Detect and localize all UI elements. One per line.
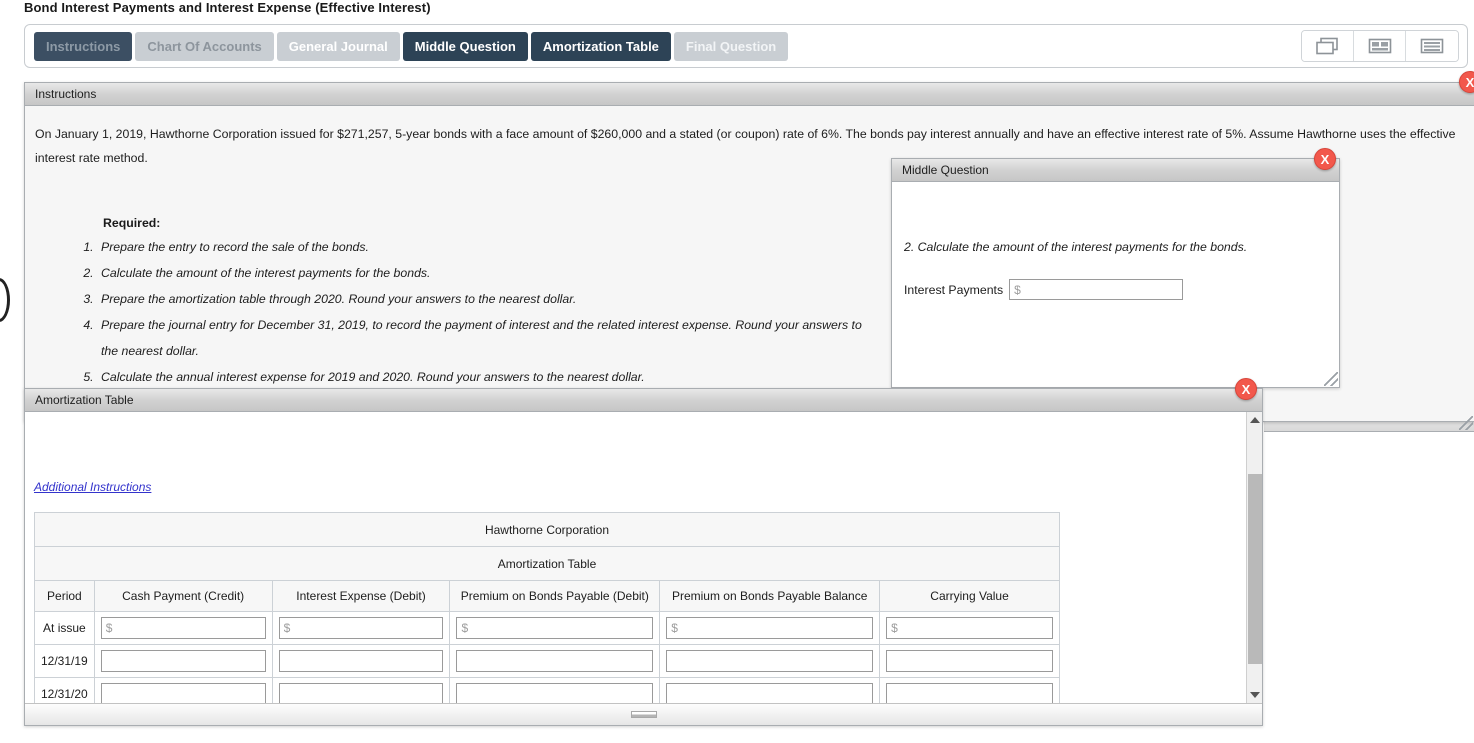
amortization-table: Hawthorne Corporation Amortization Table P… bbox=[34, 512, 1060, 703]
amortization-cell-input[interactable] bbox=[278, 617, 444, 639]
period-cell: At issue bbox=[34, 611, 95, 645]
middle-question-panel-header[interactable]: Middle Question bbox=[892, 159, 1339, 182]
scrollbar-thumb[interactable] bbox=[1248, 474, 1262, 664]
tab-instructions[interactable]: Instructions bbox=[34, 32, 133, 61]
column-header: Premium on Bonds Payable (Debit) bbox=[449, 580, 661, 612]
table-company-row: Hawthorne Corporation bbox=[34, 512, 1060, 547]
layout-toggle-group bbox=[1301, 30, 1459, 62]
tab-chart-of-accounts[interactable]: Chart Of Accounts bbox=[135, 32, 274, 61]
period-cell: 12/31/20 bbox=[34, 677, 95, 703]
input-cell bbox=[879, 611, 1060, 645]
tab-amortization-table[interactable]: Amortization Table bbox=[530, 32, 671, 61]
middle-question-panel-body: 2. Calculate the amount of the interest … bbox=[892, 182, 1339, 387]
requirement-item: Calculate the amount of the interest pay… bbox=[97, 260, 871, 286]
additional-instructions-link[interactable]: Additional Instructions bbox=[34, 480, 151, 494]
requirements-list: Prepare the entry to record the sale of … bbox=[71, 234, 871, 390]
amortization-cell-input[interactable] bbox=[278, 683, 444, 703]
tab-bar: Instructions Chart Of Accounts General Jou… bbox=[24, 24, 1468, 68]
middle-question-close-button[interactable]: X bbox=[1314, 148, 1336, 170]
resize-handle-icon[interactable] bbox=[630, 711, 657, 718]
resize-grip-background[interactable] bbox=[1459, 416, 1473, 430]
amortization-cell-input[interactable] bbox=[886, 617, 1053, 639]
amortization-cell-input[interactable] bbox=[886, 650, 1053, 672]
amortization-cell-input[interactable] bbox=[886, 683, 1053, 703]
table-row: 12/31/19 bbox=[34, 644, 1060, 678]
instructions-panel-header[interactable]: Instructions bbox=[25, 83, 1474, 106]
input-cell bbox=[93, 644, 273, 678]
input-cell bbox=[93, 611, 273, 645]
cascade-windows-icon[interactable] bbox=[1302, 31, 1354, 61]
input-cell bbox=[271, 611, 451, 645]
interest-payments-input[interactable] bbox=[1009, 279, 1184, 300]
table-row: At issue bbox=[34, 611, 1060, 645]
tab-middle-question[interactable]: Middle Question bbox=[402, 32, 528, 61]
amortization-scroll-area: Additional Instructions Hawthorne Corpor… bbox=[25, 412, 1246, 703]
table-caption-row: Amortization Table bbox=[34, 546, 1060, 581]
table-caption: Amortization Table bbox=[34, 546, 1060, 581]
amortization-cell-input[interactable] bbox=[666, 650, 874, 672]
column-header: Interest Expense (Debit) bbox=[271, 580, 451, 612]
amortization-cell-input[interactable] bbox=[278, 650, 444, 672]
instructions-panel-title: Instructions bbox=[35, 87, 97, 101]
amortization-cell-input[interactable] bbox=[456, 617, 654, 639]
resize-grip-middle-question[interactable] bbox=[1324, 372, 1338, 386]
amortization-resize-footer[interactable] bbox=[25, 703, 1262, 725]
column-header: Cash Payment (Credit) bbox=[93, 580, 273, 612]
requirement-item: Prepare the amortization table through 2… bbox=[97, 286, 871, 312]
requirement-item: Calculate the annual interest expense fo… bbox=[97, 364, 871, 390]
interest-payments-row: Interest Payments bbox=[904, 279, 1184, 300]
requirement-item: Prepare the journal entry for December 3… bbox=[97, 312, 871, 364]
amortization-cell-input[interactable] bbox=[100, 617, 266, 639]
required-label: Required: bbox=[103, 216, 161, 230]
tab-list: Instructions Chart Of Accounts General Jou… bbox=[34, 32, 789, 61]
amortization-panel-body: Additional Instructions Hawthorne Corpor… bbox=[25, 412, 1262, 725]
table-company-name: Hawthorne Corporation bbox=[34, 512, 1060, 547]
scroll-up-arrow-icon[interactable] bbox=[1247, 412, 1262, 428]
scroll-down-arrow-icon[interactable] bbox=[1247, 687, 1262, 703]
input-cell bbox=[271, 644, 451, 678]
instructions-close-button[interactable]: X bbox=[1459, 71, 1474, 93]
split-view-icon[interactable] bbox=[1354, 31, 1406, 61]
table-row: 12/31/20 bbox=[34, 677, 1060, 703]
input-cell bbox=[659, 644, 881, 678]
input-cell bbox=[271, 677, 451, 703]
amortization-cell-input[interactable] bbox=[456, 683, 654, 703]
amortization-vertical-scrollbar[interactable] bbox=[1246, 412, 1262, 703]
app-root: Bond Interest Payments and Interest Expe… bbox=[0, 0, 1474, 743]
input-cell bbox=[659, 611, 881, 645]
input-cell bbox=[879, 677, 1060, 703]
amortization-close-button[interactable]: X bbox=[1235, 378, 1257, 400]
input-cell bbox=[93, 677, 273, 703]
amortization-table-panel: Amortization Table X Additional Instruct… bbox=[24, 378, 1263, 726]
amortization-panel-header[interactable]: Amortization Table bbox=[25, 389, 1262, 412]
interest-payments-label: Interest Payments bbox=[904, 282, 1004, 297]
input-cell bbox=[449, 677, 661, 703]
amortization-panel-title: Amortization Table bbox=[35, 393, 134, 407]
column-header: Period bbox=[34, 580, 95, 612]
page-title: Bond Interest Payments and Interest Expe… bbox=[24, 0, 431, 15]
middle-question-text: 2. Calculate the amount of the interest … bbox=[904, 240, 1248, 254]
edge-circle-glyph bbox=[0, 278, 10, 322]
amortization-cell-input[interactable] bbox=[666, 683, 874, 703]
requirement-item: Prepare the entry to record the sale of … bbox=[97, 234, 871, 260]
input-cell bbox=[879, 644, 1060, 678]
input-cell bbox=[449, 611, 661, 645]
input-cell bbox=[449, 644, 661, 678]
middle-question-panel-title: Middle Question bbox=[902, 163, 989, 177]
tab-final-question[interactable]: Final Question bbox=[673, 32, 789, 61]
amortization-cell-input[interactable] bbox=[100, 650, 266, 672]
column-header: Carrying Value bbox=[879, 580, 1060, 612]
list-view-icon[interactable] bbox=[1406, 31, 1458, 61]
middle-question-panel: Middle Question X 2. Calculate the amoun… bbox=[891, 148, 1340, 388]
tab-general-journal[interactable]: General Journal bbox=[276, 32, 400, 61]
amortization-cell-input[interactable] bbox=[666, 617, 874, 639]
column-header: Premium on Bonds Payable Balance bbox=[659, 580, 881, 612]
table-header-row: Period Cash Payment (Credit) Interest Expe… bbox=[34, 580, 1060, 612]
period-cell: 12/31/19 bbox=[34, 644, 95, 678]
amortization-cell-input[interactable] bbox=[456, 650, 654, 672]
input-cell bbox=[659, 677, 881, 703]
amortization-cell-input[interactable] bbox=[100, 683, 266, 703]
